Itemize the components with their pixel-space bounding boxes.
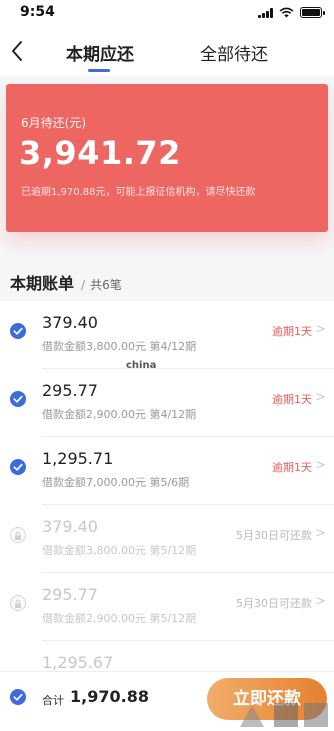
checked-circle-icon[interactable] [10,459,26,475]
bill-row[interactable]: 379.40 借款金额3,800.00元 第4/12期 逾期1天 > [0,301,334,369]
chevron-right-icon[interactable]: > [315,390,326,405]
bill-section-header: 本期账单 / 共6笔 [10,270,122,294]
checked-circle-icon[interactable] [10,323,26,339]
status-icons [258,7,325,18]
bill-list: 379.40 借款金额3,800.00元 第4/12期 逾期1天 > 295.7… [0,301,334,671]
tab-all-pending[interactable]: 全部待还 [200,40,268,65]
watermark-text: china [126,360,157,371]
bill-row[interactable]: 1,295.67 [0,641,334,671]
tab-current-period[interactable]: 本期应还 [66,40,134,65]
pay-footer: 合计 1,970.88 立即还款 [0,671,334,731]
chevron-right-icon[interactable]: > [315,526,326,541]
overdue-warning: 已逾期1,970.88元，可能上报征信机构，请尽快还款 [21,187,256,198]
status-bar: 9:54 [0,0,334,26]
total-amount: 1,970.88 [70,687,149,706]
due-label: 6月待还(元) [21,116,86,130]
signal-icon [258,7,273,18]
bill-row[interactable]: 379.40 借款金额3,800.00元 第5/12期 5月30日可还款 > [0,505,334,573]
nav-bar: 本期应还 全部待还 [0,26,334,76]
section-separator: / [81,278,86,292]
bill-status: 5月30日可还款 [236,529,312,542]
chevron-right-icon[interactable]: > [315,322,326,337]
tab-active-indicator [88,69,110,72]
bill-detail: 借款金额7,000.00元 第5/6期 [42,476,190,489]
bill-status: 逾期1天 [272,393,312,406]
bill-amount: 295.77 [42,585,98,604]
battery-icon [300,7,325,18]
bill-row[interactable]: 295.77 借款金额2,900.00元 第4/12期 逾期1天 > [0,369,334,437]
bill-detail: 借款金额3,800.00元 第4/12期 [42,340,197,353]
bill-row[interactable]: 1,295.71 借款金额7,000.00元 第5/6期 逾期1天 > [0,437,334,505]
due-amount: 3,941.72 [19,134,181,172]
back-arrow-icon[interactable] [4,36,32,66]
chevron-right-icon[interactable]: > [315,594,326,609]
bill-row[interactable]: 295.77 借款金额2,900.00元 第5/12期 5月30日可还款 > [0,573,334,641]
bill-status: 逾期1天 [272,325,312,338]
select-all-check-icon[interactable] [10,689,26,705]
status-time: 9:54 [20,4,55,20]
corner-logo-mark [240,703,328,727]
section-title: 本期账单 [10,274,75,293]
total-label: 合计 [42,694,64,707]
bill-amount: 1,295.67 [42,653,114,671]
due-summary-card: 6月待还(元) 3,941.72 已逾期1,970.88元，可能上报征信机构，请… [6,84,328,232]
chevron-right-icon[interactable]: > [315,458,326,473]
bill-amount: 379.40 [42,313,98,332]
bill-detail: 借款金额2,900.00元 第5/12期 [42,612,197,625]
bill-amount: 379.40 [42,517,98,536]
checked-circle-icon[interactable] [10,391,26,407]
bill-amount: 1,295.71 [42,449,114,468]
bill-count: 共6笔 [90,278,122,292]
bill-status: 逾期1天 [272,461,312,474]
lock-icon [10,527,26,543]
bill-amount: 295.77 [42,381,98,400]
bill-detail: 借款金额3,800.00元 第5/12期 [42,544,197,557]
bill-detail: 借款金额2,900.00元 第4/12期 [42,408,197,421]
bill-status: 5月30日可还款 [236,597,312,610]
lock-icon [10,595,26,611]
wifi-icon [279,7,294,18]
